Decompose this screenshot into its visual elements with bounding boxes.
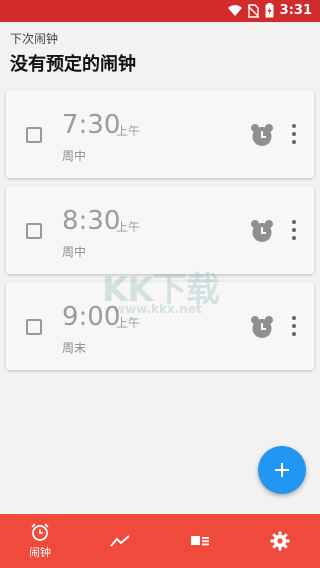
alarm-time: 7:30 [62, 110, 121, 140]
alarm-ampm: 上午 [116, 220, 141, 234]
nav-label-alarm: 闹钟 [29, 546, 51, 559]
add-icon [275, 463, 289, 477]
alarm-days: 周末 [62, 341, 87, 355]
wifi-icon [227, 4, 242, 16]
battery-charging-icon [265, 3, 274, 18]
alarm-clock-icon[interactable] [250, 219, 274, 243]
alarm-checkbox[interactable] [26, 319, 42, 335]
alarm-time: 9:00 [62, 302, 121, 332]
alarm-time: 8:30 [62, 206, 121, 236]
status-time: 3:31 [279, 3, 312, 18]
alarm-checkbox[interactable] [26, 223, 42, 239]
page-title: 没有预定的闹钟 [10, 54, 136, 75]
nav-item-cards[interactable] [160, 514, 240, 568]
nav-item-alarm[interactable]: 闹钟 [0, 514, 80, 568]
alarm-clock-icon[interactable] [250, 315, 274, 339]
bottom-nav: 闹钟 [0, 514, 320, 568]
add-alarm-button[interactable] [258, 446, 306, 494]
alarm-days: 周中 [62, 245, 87, 259]
status-icons: 3:31 [227, 3, 312, 18]
more-options-icon[interactable] [290, 316, 298, 336]
alarm-ampm: 上午 [116, 124, 141, 138]
alarm-card[interactable]: 8:30 上午 周中 [6, 186, 314, 274]
alarm-clock-icon [31, 523, 49, 541]
trend-chart-icon [110, 535, 130, 547]
alarm-card[interactable]: 9:00 上午 周末 [6, 282, 314, 370]
alarm-days: 周中 [62, 149, 87, 163]
gear-icon [270, 531, 290, 551]
next-alarm-label: 下次闹钟 [10, 32, 59, 46]
alarm-checkbox[interactable] [26, 127, 42, 143]
alarm-ampm: 上午 [116, 316, 141, 330]
alarm-card[interactable]: 7:30 上午 周中 [6, 90, 314, 178]
more-options-icon[interactable] [290, 124, 298, 144]
nav-item-stats[interactable] [80, 514, 160, 568]
card-list-icon [191, 536, 209, 546]
no-sim-icon [247, 3, 259, 18]
status-bar: 3:31 [0, 0, 320, 22]
nav-item-settings[interactable] [240, 514, 320, 568]
alarm-clock-icon[interactable] [250, 123, 274, 147]
more-options-icon[interactable] [290, 220, 298, 240]
header: 下次闹钟 没有预定的闹钟 [0, 22, 320, 82]
